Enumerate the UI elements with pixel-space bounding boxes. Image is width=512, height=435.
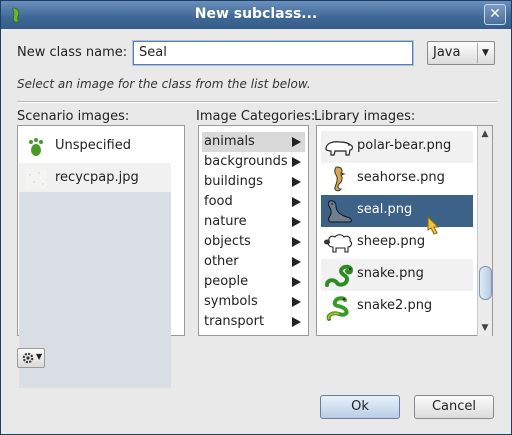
seahorse-icon: [334, 166, 346, 192]
category-item-other[interactable]: other: [202, 252, 305, 272]
library-item-label: seal.png: [357, 202, 413, 217]
list-item[interactable]: recycpap.jpg: [19, 163, 171, 195]
cancel-button[interactable]: Cancel: [414, 395, 494, 419]
category-label: people: [204, 274, 249, 289]
library-item-seal[interactable]: seal.png: [321, 195, 473, 227]
new-subclass-dialog: New subclass... ✕ New class name: Seal J…: [0, 0, 512, 435]
triangle-right-icon: [292, 137, 301, 147]
sheep-icon: [324, 234, 353, 253]
scroll-down-icon[interactable]: ▼: [480, 323, 490, 333]
ok-button[interactable]: Ok: [320, 395, 400, 419]
class-name-label: New class name:: [17, 45, 128, 60]
library-item-snake[interactable]: snake.png: [321, 259, 473, 291]
library-item-label: polar-bear.png: [357, 138, 452, 153]
instruction-text: Select an image for the class from the l…: [17, 77, 311, 91]
scenario-images-list[interactable]: Unspecified recycpap.jpg: [17, 125, 185, 388]
triangle-right-icon: [292, 177, 301, 187]
close-button[interactable]: ✕: [484, 4, 506, 25]
chevron-down-icon: ▼: [477, 43, 493, 63]
category-label: objects: [204, 234, 251, 249]
close-icon: ✕: [489, 6, 501, 22]
scroll-up-icon[interactable]: ▲: [480, 129, 490, 139]
gear-icon: [22, 352, 34, 364]
mouse-cursor-icon: [427, 215, 440, 235]
triangle-right-icon: [292, 297, 301, 307]
category-label: animals: [204, 134, 255, 149]
category-label: food: [204, 194, 233, 209]
triangle-right-icon: [292, 197, 301, 207]
triangle-right-icon: [292, 237, 301, 247]
green-footprint-icon: [29, 138, 43, 156]
dialog-title: New subclass...: [194, 6, 318, 22]
list-item-label: Unspecified: [55, 138, 131, 153]
divider: [17, 101, 497, 103]
library-scrollbar[interactable]: ▲ ▼: [477, 126, 492, 336]
category-item-food[interactable]: food: [202, 192, 305, 212]
polar-bear-icon: [325, 141, 353, 156]
title-bar[interactable]: New subclass... ✕: [1, 1, 511, 29]
triangle-right-icon: [292, 257, 301, 267]
list-item-label: recycpap.jpg: [55, 170, 139, 185]
category-label: buildings: [204, 174, 263, 189]
library-item-snake2[interactable]: snake2.png: [321, 291, 473, 323]
image-categories-list[interactable]: animals backgrounds buildings food natur…: [198, 125, 309, 336]
snake-icon: [325, 264, 354, 287]
library-images-label: Library images:: [314, 109, 416, 124]
category-item-objects[interactable]: objects: [202, 232, 305, 252]
snake2-icon: [326, 296, 349, 321]
library-images-list[interactable]: polar-bear.png seahorse.png seal.png she…: [316, 125, 493, 336]
scenario-images-label: Scenario images:: [17, 109, 130, 124]
language-select[interactable]: Java ▼: [427, 41, 495, 65]
language-value: Java: [433, 45, 461, 60]
gear-menu-button[interactable]: ▼: [17, 348, 45, 368]
library-item-sheep[interactable]: sheep.png: [321, 227, 473, 259]
paper-texture-icon: [25, 169, 47, 189]
class-name-input[interactable]: Seal: [133, 41, 413, 65]
category-item-symbols[interactable]: symbols: [202, 292, 305, 312]
library-item-polar-bear[interactable]: polar-bear.png: [321, 131, 473, 163]
category-item-animals[interactable]: animals: [202, 132, 305, 152]
triangle-right-icon: [292, 157, 301, 167]
triangle-right-icon: [292, 217, 301, 227]
category-item-buildings[interactable]: buildings: [202, 172, 305, 192]
category-item-transport[interactable]: transport: [202, 312, 305, 332]
category-item-people[interactable]: people: [202, 272, 305, 292]
scrollbar-thumb[interactable]: [479, 266, 492, 300]
library-item-label: snake.png: [357, 266, 424, 281]
category-item-backgrounds[interactable]: backgrounds: [202, 152, 305, 172]
seal-icon: [327, 200, 352, 223]
category-label: backgrounds: [204, 154, 288, 169]
image-categories-label: Image Categories:: [196, 109, 316, 124]
category-label: other: [204, 254, 239, 269]
library-item-seahorse[interactable]: seahorse.png: [321, 163, 473, 195]
library-item-label: snake2.png: [357, 298, 433, 313]
library-item-label: sheep.png: [357, 234, 426, 249]
chevron-down-icon: ▼: [36, 352, 43, 361]
category-item-nature[interactable]: nature: [202, 212, 305, 232]
library-item-label: seahorse.png: [357, 170, 445, 185]
triangle-right-icon: [292, 317, 301, 327]
category-label: symbols: [204, 294, 258, 309]
list-item[interactable]: Unspecified: [19, 131, 171, 163]
category-label: transport: [204, 314, 265, 329]
triangle-right-icon: [292, 277, 301, 287]
category-label: nature: [204, 214, 247, 229]
